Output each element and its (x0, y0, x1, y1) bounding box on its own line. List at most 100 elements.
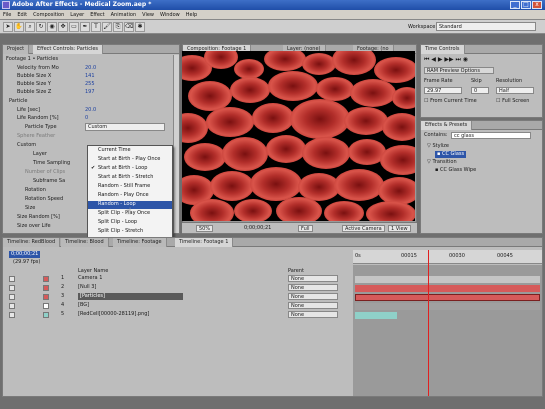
tab-effect-controls[interactable]: Effect Controls: Particles (33, 45, 104, 54)
param-life-random[interactable]: Life Random [%] (17, 115, 59, 122)
layer-name[interactable]: [BG] (78, 302, 89, 309)
param-life-value[interactable]: 20.0 (85, 107, 96, 114)
option-random-play-once[interactable]: Random - Play Once (88, 192, 172, 200)
close-button[interactable]: x (532, 1, 542, 9)
param-rotation[interactable]: Rotation (25, 187, 46, 194)
menu-file[interactable]: File (0, 10, 14, 20)
layer-bar-bg[interactable] (355, 303, 540, 310)
camera-tool-icon[interactable]: ◉ (47, 22, 57, 32)
param-velocity[interactable]: Velocity from Mo (17, 65, 59, 72)
frame-rate-select[interactable]: 29.97 (424, 87, 462, 94)
menu-layer[interactable]: Layer (67, 10, 87, 20)
pan-behind-tool-icon[interactable]: ✥ (58, 22, 68, 32)
effect-controls-scrollbar[interactable] (173, 55, 179, 233)
option-split-stretch[interactable]: Split Clip - Stretch (88, 228, 172, 236)
text-tool-icon[interactable]: T (91, 22, 101, 32)
views-select[interactable]: 1 View (388, 225, 411, 232)
group-particle[interactable]: Particle (9, 98, 27, 105)
option-birth-stretch[interactable]: Start at Birth - Stretch (88, 174, 172, 182)
menu-view[interactable]: View (139, 10, 157, 20)
timeline-layer-row[interactable]: 2 [Null 3] None (3, 284, 351, 292)
effect-cc-glass-wipe[interactable]: ▪ CC Glass Wipe (435, 167, 476, 174)
label-color[interactable] (43, 285, 49, 291)
visibility-icon[interactable] (9, 312, 15, 318)
param-size[interactable]: Size (25, 205, 35, 212)
param-size-random[interactable]: Size Random [%] (17, 214, 60, 221)
param-bubble-z[interactable]: Bubble Size Z (17, 89, 51, 96)
parent-select[interactable]: None (288, 284, 338, 291)
time-ruler[interactable]: 0s 00015 00030 00045 (353, 250, 542, 264)
puppet-tool-icon[interactable]: ✱ (135, 22, 145, 32)
visibility-icon[interactable] (9, 285, 15, 291)
layer-name[interactable]: [Null 3] (78, 284, 96, 291)
tab-timeline-footage[interactable]: Timeline: Footage (113, 238, 167, 247)
parent-select[interactable]: None (288, 293, 338, 300)
parent-select[interactable]: None (288, 311, 338, 318)
visibility-icon[interactable] (9, 276, 15, 282)
rectangle-tool-icon[interactable]: ▭ (69, 22, 79, 32)
label-color[interactable] (43, 276, 49, 282)
tab-effects-presets[interactable]: Effects & Presets (421, 121, 473, 130)
preview-options-select[interactable]: RAM Preview Options (424, 67, 494, 74)
param-subframe[interactable]: Subframe Sa (33, 178, 65, 185)
layer-name[interactable]: [Particles] (78, 293, 183, 300)
resolution-preview-select[interactable]: Half (496, 87, 534, 94)
layer-name[interactable]: [RedCell[00000-28119].png] (78, 311, 149, 318)
timeline-timecode[interactable]: 0;00;00;21 (9, 251, 41, 258)
timeline-layer-row[interactable]: 1 Camera 1 None (3, 275, 351, 283)
param-number-of-clips[interactable]: Number of Clips (25, 169, 65, 176)
param-size-over-life[interactable]: Size over Life (17, 223, 51, 230)
tab-timeline-redblood[interactable]: Timeline: RedBlood (3, 238, 61, 247)
from-current-checkbox[interactable]: ☐ From Current Time (424, 98, 477, 105)
hand-tool-icon[interactable]: ✋ (14, 22, 24, 32)
tab-time-controls[interactable]: Time Controls (421, 45, 465, 54)
option-random-still[interactable]: Random - Still Frame (88, 183, 172, 191)
playhead[interactable] (428, 250, 429, 396)
param-bubble-y-value[interactable]: 255 (85, 81, 95, 88)
selection-tool-icon[interactable]: ➤ (3, 22, 13, 32)
full-screen-checkbox[interactable]: ☐ Full Screen (496, 98, 529, 105)
workspace-select[interactable]: Standard (436, 22, 536, 31)
param-bubble-x[interactable]: Bubble Size X (17, 73, 51, 80)
option-split-loop[interactable]: Split Clip - Loop (88, 219, 172, 227)
effect-cc-glass[interactable]: ▪ CC Glass (435, 151, 467, 158)
parent-select[interactable]: None (288, 302, 338, 309)
label-color[interactable] (43, 294, 49, 300)
param-life[interactable]: Life [sec] (17, 107, 40, 114)
visibility-icon[interactable] (9, 294, 15, 300)
eraser-tool-icon[interactable]: ⌫ (124, 22, 134, 32)
pen-tool-icon[interactable]: ✒ (80, 22, 90, 32)
menu-help[interactable]: Help (183, 10, 200, 20)
option-birth-loop[interactable]: ✔ Start at Birth - Loop (88, 165, 172, 173)
group-custom[interactable]: Custom (17, 142, 36, 149)
layer-bar-camera[interactable] (355, 276, 540, 283)
resolution-select[interactable]: Full (298, 225, 313, 232)
layer-bar-redcell[interactable] (355, 312, 397, 319)
param-sphere-feather[interactable]: Sphere Feather (17, 133, 55, 140)
param-velocity-value[interactable]: 20.0 (85, 65, 96, 72)
brush-tool-icon[interactable]: 🖌 (102, 22, 112, 32)
parent-select[interactable]: None (288, 275, 338, 282)
menu-edit[interactable]: Edit (14, 10, 30, 20)
layer-name[interactable]: Camera 1 (78, 275, 102, 282)
comp-timecode[interactable]: 0;00;00;21 (244, 225, 271, 232)
camera-select[interactable]: Active Camera (342, 225, 385, 232)
zoom-tool-icon[interactable]: ⌕ (25, 22, 35, 32)
skip-select[interactable]: 0 (471, 87, 489, 94)
param-bubble-x-value[interactable]: 141 (85, 73, 95, 80)
menu-window[interactable]: Window (157, 10, 183, 20)
visibility-icon[interactable] (9, 303, 15, 309)
playback-buttons[interactable]: ⏮ ◀ ▶ ▶▶ ⏭ ◉ (424, 56, 468, 63)
tab-project[interactable]: Project (3, 45, 30, 54)
effects-search-input[interactable]: cc glass (451, 132, 531, 139)
param-life-random-value[interactable]: 0 (85, 115, 88, 122)
option-birth-play-once[interactable]: Start at Birth - Play Once (88, 156, 172, 164)
option-current-time[interactable]: Current Time (88, 147, 172, 155)
tab-timeline-footage-1[interactable]: Timeline: Footage 1 (175, 238, 234, 247)
composition-viewer[interactable] (182, 51, 415, 221)
layer-bar-null[interactable] (355, 285, 540, 292)
minimize-button[interactable]: _ (510, 1, 520, 9)
timeline-layer-row[interactable]: 3 [Particles] None (3, 293, 351, 301)
maximize-button[interactable]: □ (521, 1, 531, 9)
clone-tool-icon[interactable]: ⎘ (113, 22, 123, 32)
